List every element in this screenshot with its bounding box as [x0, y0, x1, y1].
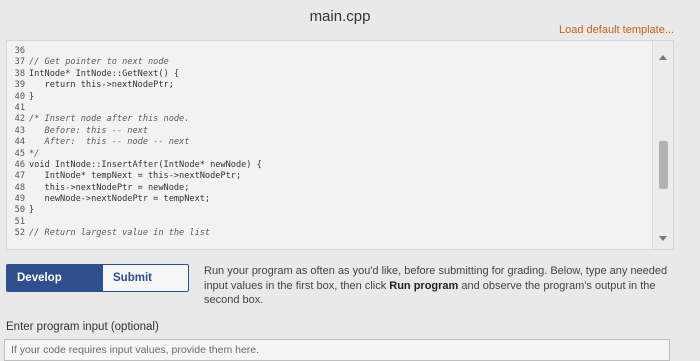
- code-line: 51: [7, 217, 262, 228]
- submit-mode-button[interactable]: Submit mode: [102, 265, 188, 291]
- line-number: 47: [14, 171, 25, 182]
- code-line: 39 return this->nextNodePtr;: [7, 80, 262, 91]
- code-text: IntNode* IntNode::GetNext() {: [29, 68, 180, 79]
- code-text: Before: this -- next: [29, 125, 148, 136]
- code-text: After: this -- node -- next: [29, 137, 190, 148]
- line-number: 50: [14, 205, 25, 216]
- line-number: 41: [14, 102, 25, 113]
- program-input-field[interactable]: [5, 340, 669, 360]
- run-program-emphasis: Run program: [389, 279, 459, 292]
- code-text: /* Insert node after this node.: [29, 114, 190, 125]
- line-number: 44: [14, 137, 25, 148]
- scrollbar-thumb[interactable]: [659, 141, 668, 189]
- code-line: 46 void IntNode::InsertAfter(IntNode* new…: [7, 160, 262, 171]
- mode-toggle: Develop mode Submit mode: [6, 264, 189, 292]
- line-number: 46: [14, 159, 25, 170]
- scroll-down-arrow-icon[interactable]: [659, 236, 667, 241]
- code-line: 40}: [7, 92, 262, 103]
- code-text: newNode->nextNodePtr = tempNext;: [29, 194, 211, 205]
- line-number: 45: [14, 148, 25, 159]
- scroll-up-arrow-icon[interactable]: [659, 55, 667, 60]
- program-input-box: [4, 339, 670, 361]
- line-number: 37: [14, 57, 25, 68]
- code-line: 36: [7, 46, 262, 57]
- code-line: 41: [7, 103, 262, 114]
- code-text: this->nextNodePtr = newNode;: [29, 182, 190, 193]
- file-title: main.cpp: [309, 8, 371, 25]
- load-template-link[interactable]: Load default template...: [559, 24, 674, 36]
- code-line: 49 newNode->nextNodePtr = tempNext;: [7, 194, 262, 205]
- code-line: 50}: [7, 205, 262, 216]
- line-number: 43: [14, 125, 25, 136]
- editor-scrollbar[interactable]: [652, 41, 673, 249]
- code-text: IntNode* tempNext = this->nextNodePtr;: [29, 171, 242, 182]
- code-line: 45 */: [7, 149, 262, 160]
- code-line: 37 // Get pointer to next node: [7, 57, 262, 68]
- code-line: 43 Before: this -- next: [7, 126, 262, 137]
- line-number: 51: [14, 216, 25, 227]
- code-text: }: [29, 205, 35, 216]
- line-number: 42: [14, 114, 25, 125]
- line-number: 52: [14, 228, 25, 239]
- code-text: void IntNode::InsertAfter(IntNode* newNo…: [29, 159, 262, 170]
- line-number: 40: [14, 91, 25, 102]
- code-text: // Get pointer to next node: [29, 57, 169, 68]
- code-text: */: [29, 148, 40, 159]
- develop-mode-button[interactable]: Develop mode: [7, 265, 102, 291]
- code-line: 42 /* Insert node after this node.: [7, 114, 262, 125]
- code-editor[interactable]: 36 37 // Get pointer to next node 38 IntNode…: [6, 40, 674, 250]
- line-number: 48: [14, 182, 25, 193]
- line-number: 39: [14, 80, 25, 91]
- code-line: 38 IntNode* IntNode::GetNext() {: [7, 69, 262, 80]
- code-line: 48 this->nextNodePtr = newNode;: [7, 183, 262, 194]
- program-input-label: Enter program input (optional): [6, 321, 159, 333]
- run-instructions: Run your program as often as you'd like,…: [204, 264, 674, 308]
- code-text: return this->nextNodePtr;: [29, 80, 174, 91]
- line-number: 38: [14, 68, 25, 79]
- code-text: }: [29, 91, 35, 102]
- line-number: 36: [14, 46, 25, 56]
- code-lines: 36 37 // Get pointer to next node 38 IntNode…: [7, 46, 262, 240]
- code-line: 44 After: this -- node -- next: [7, 137, 262, 148]
- code-text: // Return largest value in the list: [29, 228, 211, 239]
- line-number: 49: [14, 194, 25, 205]
- code-line: 47 IntNode* tempNext = this->nextNodePtr…: [7, 171, 262, 182]
- code-line: 52 // Return largest value in the list: [7, 228, 262, 239]
